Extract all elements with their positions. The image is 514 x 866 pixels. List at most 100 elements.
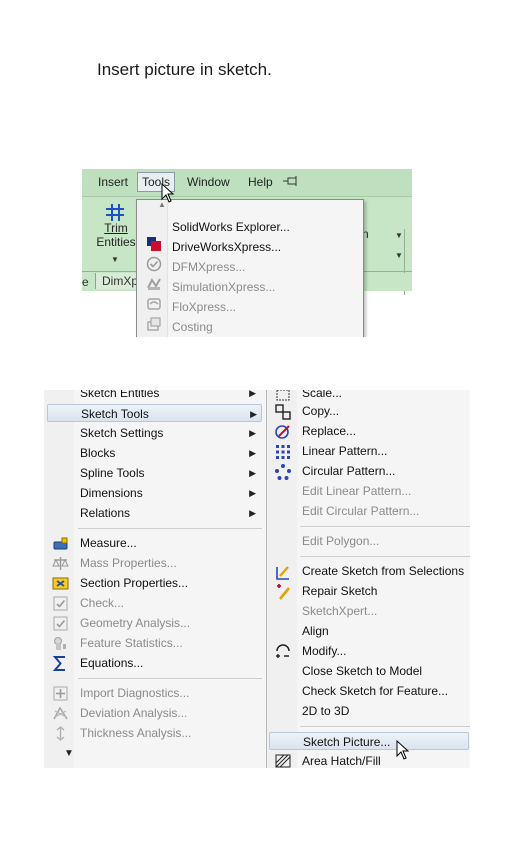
menu-item-modify[interactable]: Modify... [302, 642, 468, 660]
menu-item-sketchxpert[interactable]: SketchXpert... [302, 602, 468, 620]
import-diagnostics-icon [53, 686, 68, 701]
menu-item-deviation-analysis[interactable]: Deviation Analysis... [80, 704, 260, 722]
tab-partial[interactable]: e [82, 275, 89, 289]
menu-item-edit-linear-pattern[interactable]: Edit Linear Pattern... [302, 482, 468, 500]
feature-statistics-icon [54, 637, 66, 650]
menu-item-mass-properties[interactable]: Mass Properties... [80, 554, 260, 572]
menu-item-circular-pattern[interactable]: Circular Pattern... [302, 462, 468, 480]
label: Relations [80, 506, 131, 520]
menu-item-scale[interactable]: Scale... [302, 390, 468, 402]
sigma-icon [52, 656, 65, 671]
tools-menu-panel: Sketch Entities ▶ Sketch Tools ▶ Sketch Se… [44, 390, 267, 768]
menu-item-repair-sketch[interactable]: Repair Sketch [302, 582, 468, 600]
linear-pattern-icon [276, 445, 290, 459]
menu-bar: Insert Tools Window Help [82, 169, 412, 197]
measure-icon [53, 537, 68, 550]
menu-item-floxpress[interactable]: FloXpress... [172, 300, 236, 314]
menu-item-2d-to-3d[interactable]: 2D to 3D [302, 702, 468, 720]
menu-item-equations[interactable]: Equations... [80, 654, 260, 672]
submenu-arrow-icon: ▶ [249, 428, 256, 438]
menu-item-close-sketch-to-model[interactable]: Close Sketch to Model [302, 662, 468, 680]
mouse-cursor-icon [396, 740, 410, 760]
menu-item-section-properties[interactable]: Section Properties... [80, 574, 260, 592]
ribbon-dropdown-arrow[interactable]: ▼ [395, 231, 403, 240]
menu-item-edit-polygon[interactable]: Edit Polygon... [302, 532, 468, 550]
mouse-cursor-icon [161, 183, 175, 203]
label: Dimensions [80, 486, 143, 500]
menu-item-sketch-tools[interactable]: Sketch Tools ▶ [47, 404, 262, 422]
repair-sketch-icon [277, 584, 291, 600]
menu-item-feature-statistics[interactable]: Feature Statistics... [80, 634, 260, 652]
submenu-arrow-icon: ▶ [250, 409, 257, 419]
menu-item-align[interactable]: Align [302, 622, 468, 640]
menu-item-copy[interactable]: Copy... [302, 402, 468, 420]
menu-item-blocks[interactable]: Blocks ▶ [80, 444, 260, 462]
menu-insert[interactable]: Insert [98, 175, 128, 189]
trim-label-line2: Entities [96, 235, 136, 249]
menu-item-linear-pattern[interactable]: Linear Pattern... [302, 442, 468, 460]
menu-item-spline-tools[interactable]: Spline Tools ▶ [80, 464, 260, 482]
check-icon [53, 596, 68, 611]
replace-icon [275, 425, 290, 439]
costing-icon [147, 317, 161, 331]
trim-dropdown-arrow[interactable]: ▼ [111, 255, 119, 264]
menu-item-simulationxpress[interactable]: SimulationXpress... [172, 280, 275, 294]
menu-separator [300, 556, 470, 557]
menu-item-geometry-analysis[interactable]: Geometry Analysis... [80, 614, 260, 632]
menu-separator [78, 528, 262, 529]
floxpress-icon [147, 298, 161, 310]
menu-item-solidworks-explorer[interactable]: SolidWorks Explorer... [172, 220, 290, 234]
menu-item-dimensions[interactable]: Dimensions ▶ [80, 484, 260, 502]
instruction-caption: Insert picture in sketch. [97, 60, 272, 79]
menu-item-area-hatch-fill[interactable]: Area Hatch/Fill [302, 752, 468, 768]
menu-window[interactable]: Window [187, 175, 230, 189]
menu-item-import-diagnostics[interactable]: Import Diagnostics... [80, 684, 260, 702]
pin-icon[interactable] [283, 176, 299, 186]
trim-label-line1: Trim [104, 221, 128, 235]
driveworks-icon [147, 237, 161, 251]
label: Sketch Tools [81, 407, 149, 421]
ribbon-dropdown-arrow-2[interactable]: ▼ [395, 251, 403, 260]
menu-item-replace[interactable]: Replace... [302, 422, 468, 440]
menu-item-measure[interactable]: Measure... [80, 534, 260, 552]
section-properties-icon [52, 577, 69, 590]
submenu-arrow-icon: ▶ [249, 390, 256, 398]
label: Blocks [80, 446, 116, 460]
deviation-analysis-icon [53, 706, 68, 720]
tools-dropdown-menu: ▲ SolidWorks Explorer... DriveWorksXpres… [136, 199, 364, 337]
label: Sketch Entities [80, 390, 160, 400]
sketch-tools-submenu: Scale... Copy... Replace... Linear Patte… [266, 390, 470, 768]
create-sketch-from-selections-icon [276, 566, 289, 580]
area-hatch-icon [275, 754, 291, 768]
menu-separator [78, 678, 262, 679]
thickness-analysis-icon [56, 726, 65, 741]
submenu-arrow-icon: ▶ [249, 488, 256, 498]
geometry-analysis-icon [53, 616, 68, 631]
menu-help[interactable]: Help [248, 175, 273, 189]
simulationxpress-icon [147, 278, 161, 290]
menu-item-check[interactable]: Check... [80, 594, 260, 612]
tools-menu-screenshot: Insert Tools Window Help Trim Entities ▼… [82, 169, 412, 337]
submenu-arrow-icon: ▶ [249, 468, 256, 478]
menu-item-create-sketch-from-selections[interactable]: Create Sketch from Selections [302, 562, 468, 580]
dfmxpress-icon [146, 256, 162, 272]
menu-item-costing[interactable]: Costing [172, 320, 213, 334]
menu-item-check-sketch-for-feature[interactable]: Check Sketch for Feature... [302, 682, 468, 700]
circular-pattern-icon [275, 464, 291, 480]
trim-entities-button[interactable]: Trim Entities [96, 221, 136, 249]
menu-item-driveworksxpress[interactable]: DriveWorksXpress... [172, 240, 281, 254]
menu-item-dfmxpress[interactable]: DFMXpress... [172, 260, 245, 274]
menu-separator [300, 726, 470, 727]
menu-item-sketch-entities[interactable]: Sketch Entities ▶ [80, 390, 260, 402]
modify-icon [276, 644, 290, 658]
menu-item-thickness-analysis[interactable]: Thickness Analysis... [80, 724, 260, 742]
trim-entities-icon[interactable] [104, 203, 126, 223]
scale-icon [52, 557, 69, 570]
menu-item-relations[interactable]: Relations ▶ [80, 504, 260, 522]
menu-expand-arrow-icon[interactable]: ▼ [64, 748, 74, 759]
menu-separator [300, 526, 470, 527]
menu-item-sketch-settings[interactable]: Sketch Settings ▶ [80, 424, 260, 442]
menu-item-edit-circular-pattern[interactable]: Edit Circular Pattern... [302, 502, 468, 520]
menu-item-sketch-picture[interactable]: Sketch Picture... [269, 732, 469, 750]
submenu-arrow-icon: ▶ [249, 508, 256, 518]
